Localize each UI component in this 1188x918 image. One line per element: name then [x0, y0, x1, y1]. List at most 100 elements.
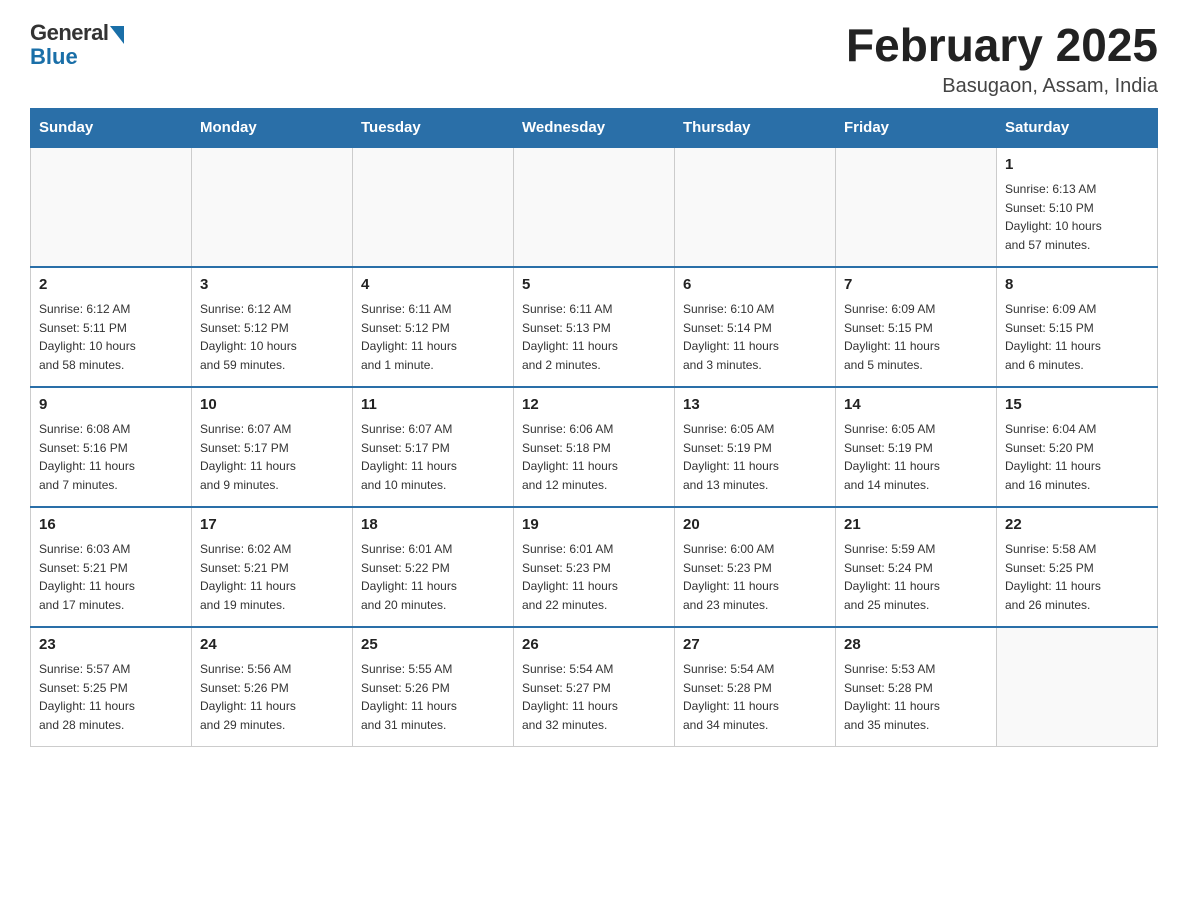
day-number: 8 — [1005, 274, 1149, 297]
day-number: 2 — [39, 274, 183, 297]
calendar-cell: 1 Sunrise: 6:13 AM Sunset: 5:10 PM Daylig… — [997, 147, 1158, 267]
day-info: Sunrise: 5:56 AM Sunset: 5:26 PM Dayligh… — [200, 660, 344, 734]
calendar-cell: 20 Sunrise: 6:00 AM Sunset: 5:23 PM Dayli… — [675, 507, 836, 627]
calendar-cell: 9 Sunrise: 6:08 AM Sunset: 5:16 PM Daylig… — [31, 387, 192, 507]
calendar-cell: 14Sunrise: 6:05 AM Sunset: 5:19 PM Dayli… — [836, 387, 997, 507]
location-text: Basugaon, Assam, India — [846, 75, 1158, 98]
day-info: Sunrise: 5:58 AM Sunset: 5:25 PM Dayligh… — [1005, 540, 1149, 614]
page-header: General Blue February 2025 Basugaon, Ass… — [30, 20, 1158, 98]
day-info: Sunrise: 6:12 AM Sunset: 5:12 PM Dayligh… — [200, 300, 344, 374]
calendar-cell: 2 Sunrise: 6:12 AM Sunset: 5:11 PM Daylig… — [31, 267, 192, 387]
calendar-cell: 7 Sunrise: 6:09 AM Sunset: 5:15 PM Daylig… — [836, 267, 997, 387]
day-info: Sunrise: 6:13 AM Sunset: 5:10 PM Dayligh… — [1005, 180, 1149, 254]
day-header-friday: Friday — [836, 108, 997, 147]
calendar-cell: 22 Sunrise: 5:58 AM Sunset: 5:25 PM Dayli… — [997, 507, 1158, 627]
day-header-thursday: Thursday — [675, 108, 836, 147]
day-number: 12 — [522, 394, 666, 417]
day-info: Sunrise: 6:11 AM Sunset: 5:13 PM Dayligh… — [522, 300, 666, 374]
day-info: Sunrise: 6:01 AM Sunset: 5:23 PM Dayligh… — [522, 540, 666, 614]
day-number: 23 — [39, 634, 183, 657]
day-info: Sunrise: 5:54 AM Sunset: 5:28 PM Dayligh… — [683, 660, 827, 734]
day-info: Sunrise: 6:07 AM Sunset: 5:17 PM Dayligh… — [200, 420, 344, 494]
calendar-cell: 26Sunrise: 5:54 AM Sunset: 5:27 PM Dayli… — [514, 627, 675, 747]
day-header-wednesday: Wednesday — [514, 108, 675, 147]
day-info: Sunrise: 5:55 AM Sunset: 5:26 PM Dayligh… — [361, 660, 505, 734]
calendar-cell: 15 Sunrise: 6:04 AM Sunset: 5:20 PM Dayli… — [997, 387, 1158, 507]
day-number: 3 — [200, 274, 344, 297]
calendar-week-row: 1 Sunrise: 6:13 AM Sunset: 5:10 PM Daylig… — [31, 147, 1158, 267]
day-header-sunday: Sunday — [31, 108, 192, 147]
day-number: 17 — [200, 514, 344, 537]
day-info: Sunrise: 6:10 AM Sunset: 5:14 PM Dayligh… — [683, 300, 827, 374]
day-info: Sunrise: 5:57 AM Sunset: 5:25 PM Dayligh… — [39, 660, 183, 734]
day-info: Sunrise: 6:09 AM Sunset: 5:15 PM Dayligh… — [1005, 300, 1149, 374]
day-info: Sunrise: 6:02 AM Sunset: 5:21 PM Dayligh… — [200, 540, 344, 614]
calendar-cell: 23 Sunrise: 5:57 AM Sunset: 5:25 PM Dayli… — [31, 627, 192, 747]
day-number: 13 — [683, 394, 827, 417]
month-title: February 2025 — [846, 20, 1158, 71]
calendar-cell: 18 Sunrise: 6:01 AM Sunset: 5:22 PM Dayli… — [353, 507, 514, 627]
day-number: 10 — [200, 394, 344, 417]
day-number: 21 — [844, 514, 988, 537]
day-info: Sunrise: 6:08 AM Sunset: 5:16 PM Dayligh… — [39, 420, 183, 494]
calendar-cell — [31, 147, 192, 267]
day-number: 6 — [683, 274, 827, 297]
day-number: 14 — [844, 394, 988, 417]
day-info: Sunrise: 6:01 AM Sunset: 5:22 PM Dayligh… — [361, 540, 505, 614]
day-info: Sunrise: 6:03 AM Sunset: 5:21 PM Dayligh… — [39, 540, 183, 614]
logo-arrow-icon — [110, 26, 124, 44]
day-info: Sunrise: 6:00 AM Sunset: 5:23 PM Dayligh… — [683, 540, 827, 614]
day-number: 15 — [1005, 394, 1149, 417]
calendar-cell: 28Sunrise: 5:53 AM Sunset: 5:28 PM Dayli… — [836, 627, 997, 747]
day-number: 18 — [361, 514, 505, 537]
calendar-cell — [836, 147, 997, 267]
day-header-tuesday: Tuesday — [353, 108, 514, 147]
calendar-week-row: 2 Sunrise: 6:12 AM Sunset: 5:11 PM Daylig… — [31, 267, 1158, 387]
day-number: 7 — [844, 274, 988, 297]
logo: General Blue — [30, 20, 124, 70]
calendar-cell: 3 Sunrise: 6:12 AM Sunset: 5:12 PM Daylig… — [192, 267, 353, 387]
day-number: 20 — [683, 514, 827, 537]
calendar-cell: 10 Sunrise: 6:07 AM Sunset: 5:17 PM Dayli… — [192, 387, 353, 507]
calendar-cell — [997, 627, 1158, 747]
calendar-cell: 17 Sunrise: 6:02 AM Sunset: 5:21 PM Dayli… — [192, 507, 353, 627]
calendar-week-row: 9 Sunrise: 6:08 AM Sunset: 5:16 PM Daylig… — [31, 387, 1158, 507]
day-number: 16 — [39, 514, 183, 537]
logo-blue-text: Blue — [30, 44, 78, 70]
calendar-cell: 12 Sunrise: 6:06 AM Sunset: 5:18 PM Dayli… — [514, 387, 675, 507]
day-info: Sunrise: 6:12 AM Sunset: 5:11 PM Dayligh… — [39, 300, 183, 374]
day-info: Sunrise: 6:04 AM Sunset: 5:20 PM Dayligh… — [1005, 420, 1149, 494]
day-info: Sunrise: 6:05 AM Sunset: 5:19 PM Dayligh… — [683, 420, 827, 494]
day-number: 1 — [1005, 154, 1149, 177]
day-number: 9 — [39, 394, 183, 417]
day-number: 19 — [522, 514, 666, 537]
calendar-cell: 24 Sunrise: 5:56 AM Sunset: 5:26 PM Dayli… — [192, 627, 353, 747]
calendar-cell: 19 Sunrise: 6:01 AM Sunset: 5:23 PM Dayli… — [514, 507, 675, 627]
title-section: February 2025 Basugaon, Assam, India — [846, 20, 1158, 98]
day-info: Sunrise: 6:11 AM Sunset: 5:12 PM Dayligh… — [361, 300, 505, 374]
day-header-monday: Monday — [192, 108, 353, 147]
day-number: 11 — [361, 394, 505, 417]
day-info: Sunrise: 5:53 AM Sunset: 5:28 PM Dayligh… — [844, 660, 988, 734]
calendar-week-row: 16 Sunrise: 6:03 AM Sunset: 5:21 PM Dayli… — [31, 507, 1158, 627]
calendar-cell: 6 Sunrise: 6:10 AM Sunset: 5:14 PM Daylig… — [675, 267, 836, 387]
calendar-header-row: SundayMondayTuesdayWednesdayThursdayFrid… — [31, 108, 1158, 147]
calendar-cell: 11Sunrise: 6:07 AM Sunset: 5:17 PM Dayli… — [353, 387, 514, 507]
day-number: 4 — [361, 274, 505, 297]
calendar-week-row: 23 Sunrise: 5:57 AM Sunset: 5:25 PM Dayli… — [31, 627, 1158, 747]
logo-general-text: General — [30, 20, 108, 46]
calendar-cell: 27Sunrise: 5:54 AM Sunset: 5:28 PM Dayli… — [675, 627, 836, 747]
calendar-cell — [192, 147, 353, 267]
calendar-cell — [675, 147, 836, 267]
day-info: Sunrise: 5:59 AM Sunset: 5:24 PM Dayligh… — [844, 540, 988, 614]
day-header-saturday: Saturday — [997, 108, 1158, 147]
calendar-cell — [514, 147, 675, 267]
day-number: 25 — [361, 634, 505, 657]
calendar-cell: 4 Sunrise: 6:11 AM Sunset: 5:12 PM Daylig… — [353, 267, 514, 387]
calendar-cell: 25 Sunrise: 5:55 AM Sunset: 5:26 PM Dayli… — [353, 627, 514, 747]
day-number: 22 — [1005, 514, 1149, 537]
calendar-cell: 13 Sunrise: 6:05 AM Sunset: 5:19 PM Dayli… — [675, 387, 836, 507]
day-number: 24 — [200, 634, 344, 657]
day-info: Sunrise: 6:09 AM Sunset: 5:15 PM Dayligh… — [844, 300, 988, 374]
day-info: Sunrise: 6:06 AM Sunset: 5:18 PM Dayligh… — [522, 420, 666, 494]
